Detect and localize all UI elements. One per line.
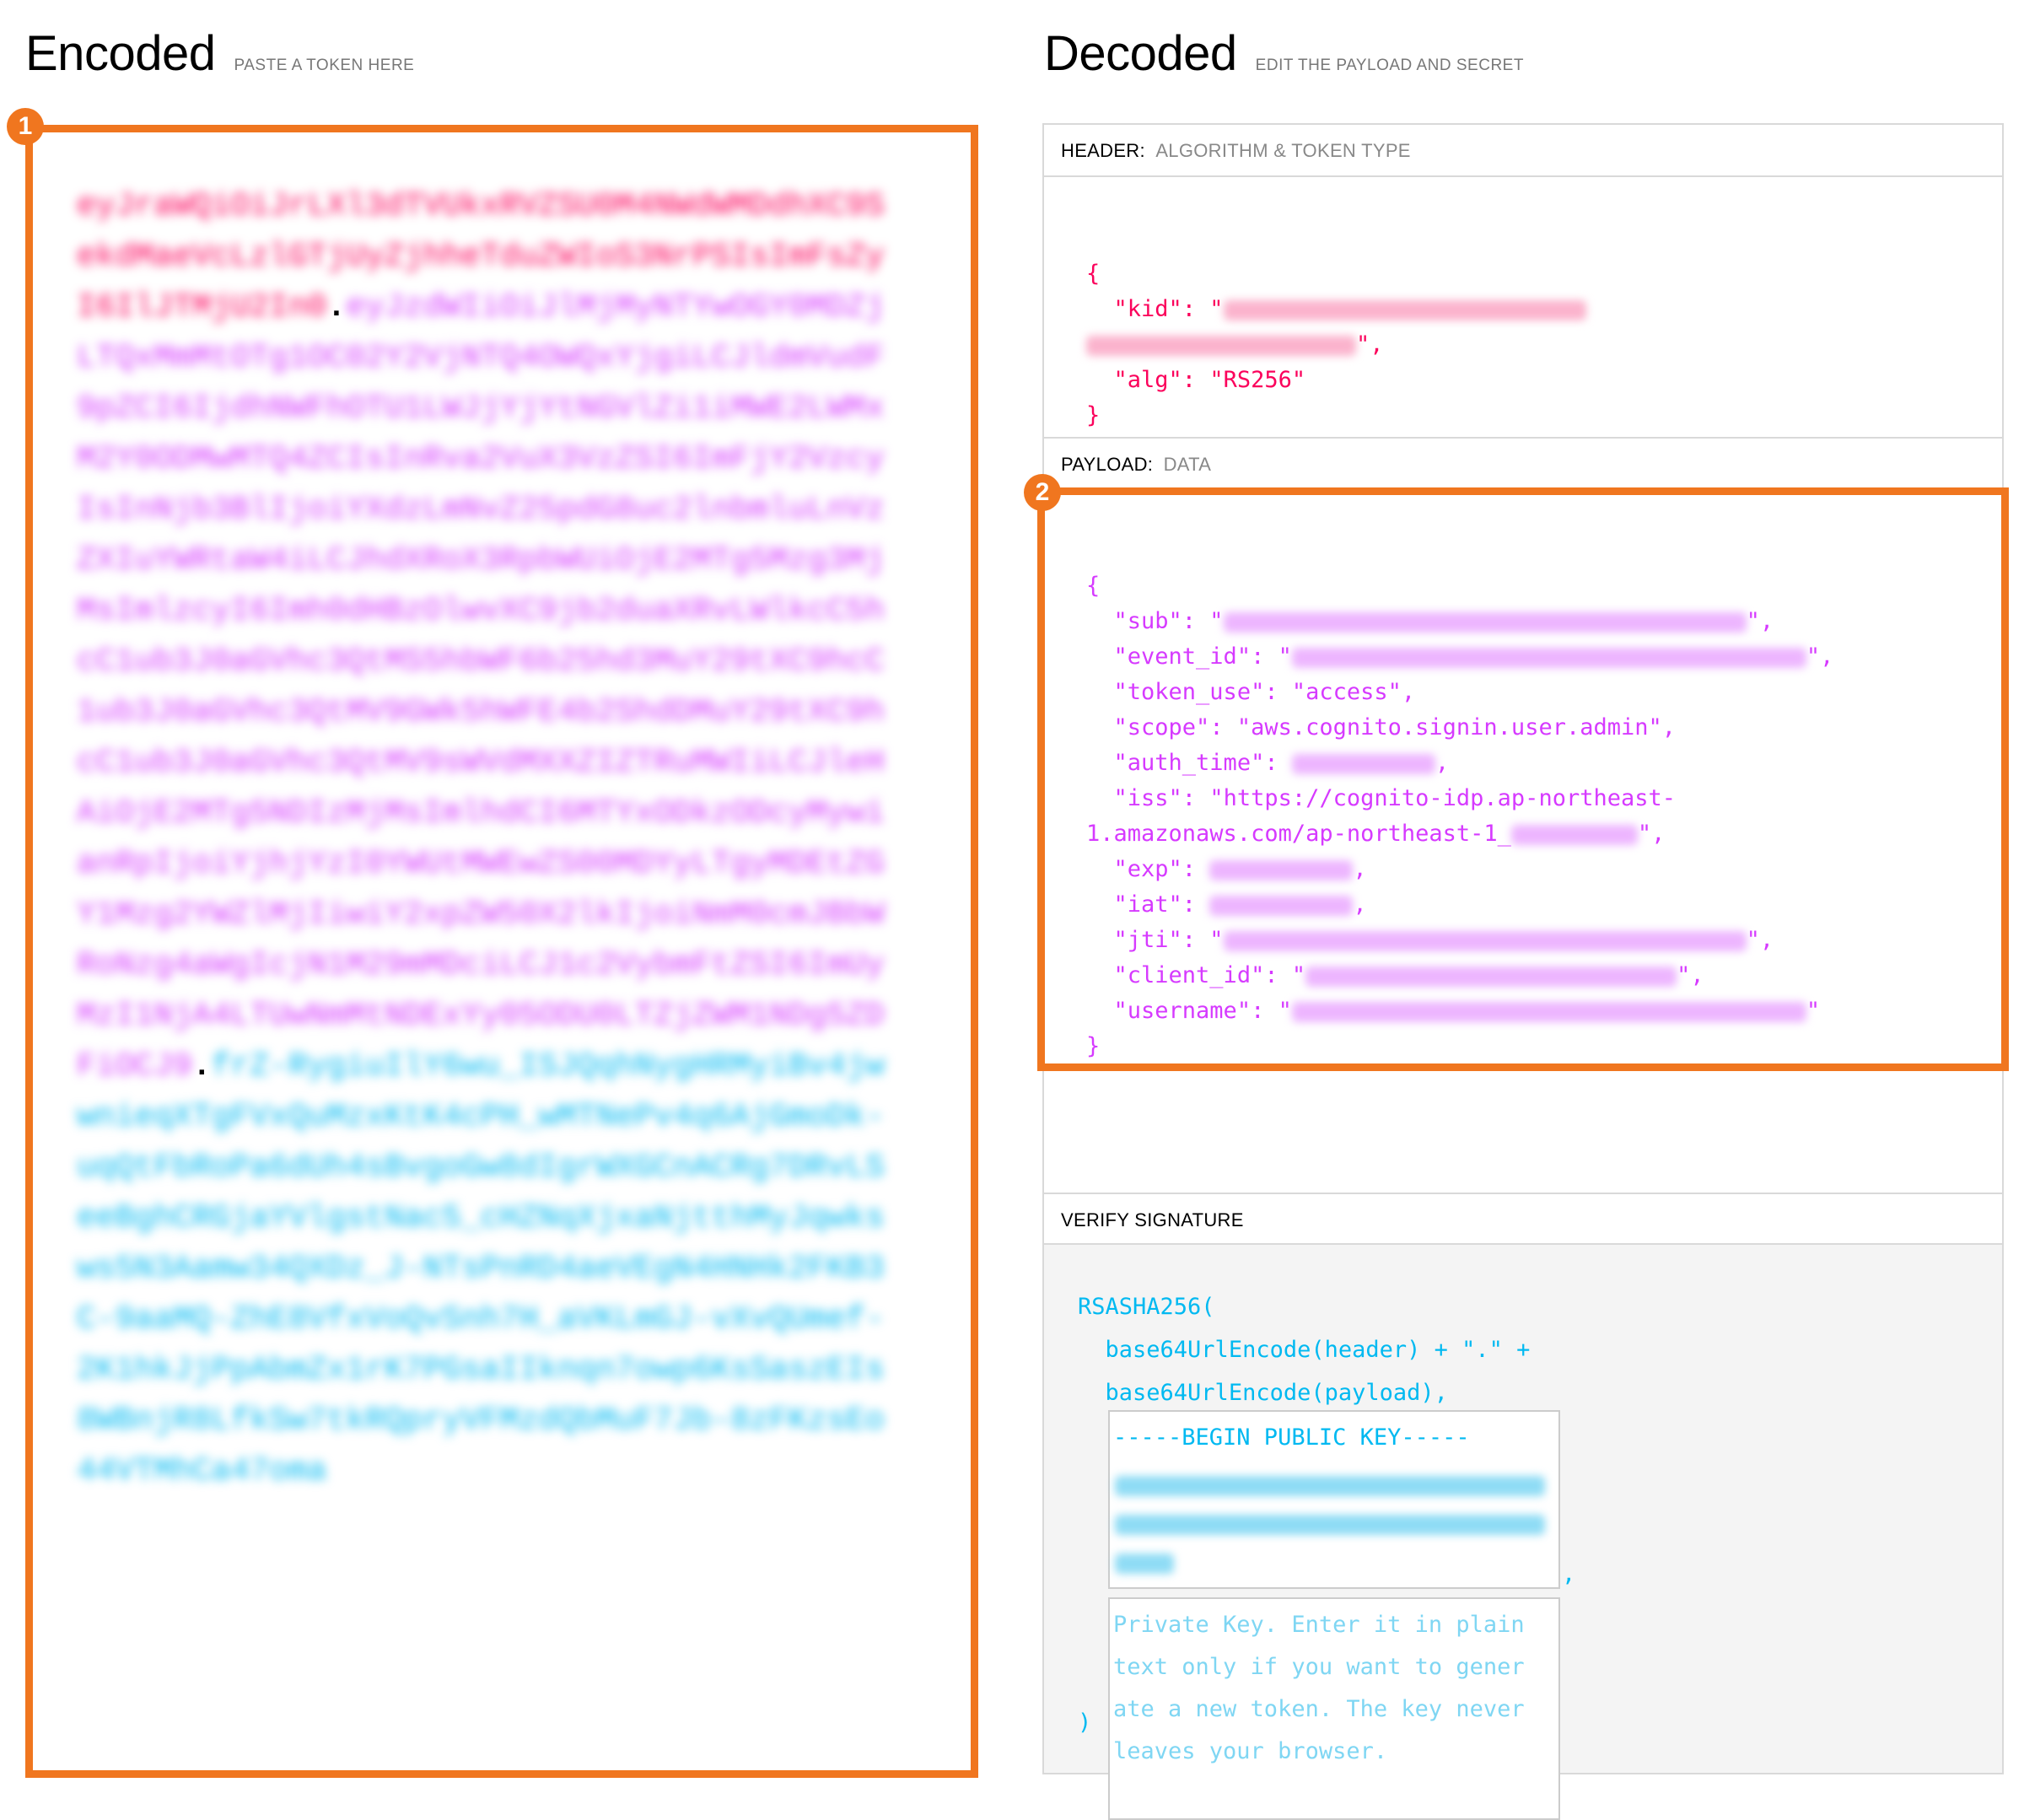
callout-marker-2: 2 <box>1024 474 1061 511</box>
header-section-title: HEADER: ALGORITHM & TOKEN TYPE <box>1044 125 2002 177</box>
header-section-label: HEADER: <box>1061 140 1145 161</box>
private-key-placeholder-line-2: text only if you want to gener <box>1113 1654 1525 1680</box>
encoded-subtitle: PASTE A TOKEN HERE <box>234 57 415 74</box>
header-brace-close: } <box>1086 402 1101 428</box>
signature-formula: RSASHA256( base64UrlEncode(header) + "."… <box>1078 1285 1530 1414</box>
header-alg-value: "RS256" <box>1209 367 1306 393</box>
public-key-body-redacted <box>1115 1476 1545 1574</box>
payload-section-sub: DATA <box>1163 454 1212 475</box>
private-key-textarea[interactable]: Private Key. Enter it in plain text only… <box>1108 1597 1560 1820</box>
header-json-editor[interactable]: { "kid": " ", "alg": "RS256" } <box>1086 221 1586 433</box>
header-section-sub: ALGORITHM & TOKEN TYPE <box>1155 140 1411 161</box>
signature-section-label: VERIFY SIGNATURE <box>1061 1209 1244 1230</box>
decoded-subtitle: EDIT THE PAYLOAD AND SECRET <box>1255 57 1524 74</box>
token-dot-2: . <box>191 1048 212 1085</box>
public-key-textarea[interactable]: -----BEGIN PUBLIC KEY----- <box>1108 1410 1560 1589</box>
signature-fn-open: RSASHA256( <box>1078 1294 1215 1320</box>
signature-line-payload: base64UrlEncode(payload), <box>1105 1380 1448 1406</box>
payload-highlight-box <box>1037 487 2009 1071</box>
decoded-heading: Decoded EDIT THE PAYLOAD AND SECRET <box>1044 25 1524 82</box>
payload-section-label: PAYLOAD: <box>1061 454 1154 475</box>
encoded-token-text: eyJraWQiOiJrLXl3dTVUkxRVZSU0M4NWdWMDdhXC… <box>77 181 903 1497</box>
header-alg-key: "alg" <box>1113 367 1182 393</box>
signature-fn-close: ) <box>1078 1710 1092 1736</box>
signature-line-header: base64UrlEncode(header) + "." + <box>1105 1337 1531 1363</box>
token-dot-1: . <box>326 289 347 326</box>
callout-marker-1: 1 <box>7 108 44 145</box>
public-key-begin: -----BEGIN PUBLIC KEY----- <box>1113 1424 1470 1451</box>
payload-section-title: PAYLOAD: DATA <box>1044 437 2002 489</box>
public-key-comma: , <box>1562 1561 1576 1587</box>
header-kid-key: "kid" <box>1113 296 1182 322</box>
signature-section-title: VERIFY SIGNATURE <box>1044 1193 2002 1245</box>
signature-area: RSASHA256( base64UrlEncode(header) + "."… <box>1044 1245 2002 1820</box>
encoded-heading: Encoded PASTE A TOKEN HERE <box>25 25 414 82</box>
header-kid-value-redacted-2 <box>1086 335 1356 356</box>
private-key-placeholder-line-1: Private Key. Enter it in plain <box>1113 1612 1525 1638</box>
private-key-placeholder-line-4: leaves your browser. <box>1113 1738 1388 1764</box>
token-payload-part: eyJzdWIiOiJlMjMyNTYwOGY0MDZjLTQxMmMtOTg1… <box>77 289 885 1085</box>
private-key-placeholder-line-3: ate a new token. The key never <box>1113 1696 1525 1722</box>
encoded-title: Encoded <box>25 26 216 81</box>
decoded-title: Decoded <box>1044 26 1237 81</box>
header-brace-open: { <box>1086 261 1101 287</box>
header-kid-value-redacted <box>1223 299 1586 320</box>
encoded-token-textarea[interactable]: eyJraWQiOiJrLXl3dTVUkxRVZSU0M4NWdWMDdhXC… <box>25 125 978 1778</box>
token-signature-part: frZ-RygiuIlY6wu_ISJQqhNygHRMyiBv4jwwnieq… <box>77 1048 885 1489</box>
private-key-placeholder: Private Key. Enter it in plain text only… <box>1113 1604 1525 1773</box>
